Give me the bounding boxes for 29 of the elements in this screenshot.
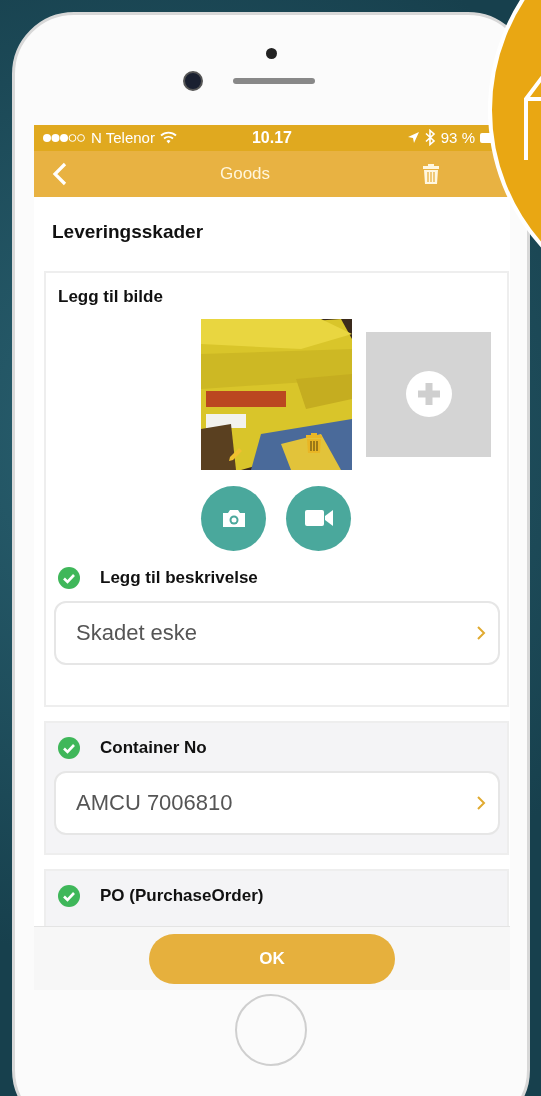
- wifi-icon: [159, 131, 177, 145]
- page-heading: Leveringsskader: [51, 219, 205, 244]
- description-field[interactable]: Skadet eske: [54, 600, 500, 665]
- location-arrow-icon: [406, 131, 420, 145]
- bluetooth-icon: [424, 129, 436, 147]
- back-chevron-icon[interactable]: [52, 161, 68, 186]
- camera-icon: [220, 507, 247, 530]
- trash-icon[interactable]: [422, 162, 440, 185]
- value-field[interactable]: AMCU 7006810: [54, 770, 500, 835]
- chevron-icon: [476, 624, 486, 641]
- plus-icon: [405, 371, 452, 418]
- speaker-grille-icon: [233, 78, 315, 84]
- section-label: Legg til bilde: [58, 286, 164, 307]
- home-button[interactable]: [235, 994, 307, 1066]
- pencil-icon[interactable]: [227, 446, 243, 463]
- field-label: Container No: [100, 737, 207, 758]
- clock-time: 10.17: [251, 129, 292, 147]
- signal-icon: [42, 133, 86, 143]
- field-label: PO (PurchaseOrder): [100, 885, 264, 906]
- screen-title: Goods: [219, 163, 271, 184]
- video-camera-icon: [303, 508, 334, 529]
- chevron-icon: [476, 794, 486, 811]
- field-label: Legg til beskrivelse: [100, 567, 258, 588]
- trash-icon[interactable]: [306, 432, 322, 453]
- add-photo-tile[interactable]: [366, 331, 491, 457]
- battery-percentage: 93 %: [440, 129, 475, 147]
- sensor-icon: [265, 48, 277, 59]
- camera-lens-icon: [183, 71, 203, 91]
- carrier-name: N Telenor: [91, 129, 155, 147]
